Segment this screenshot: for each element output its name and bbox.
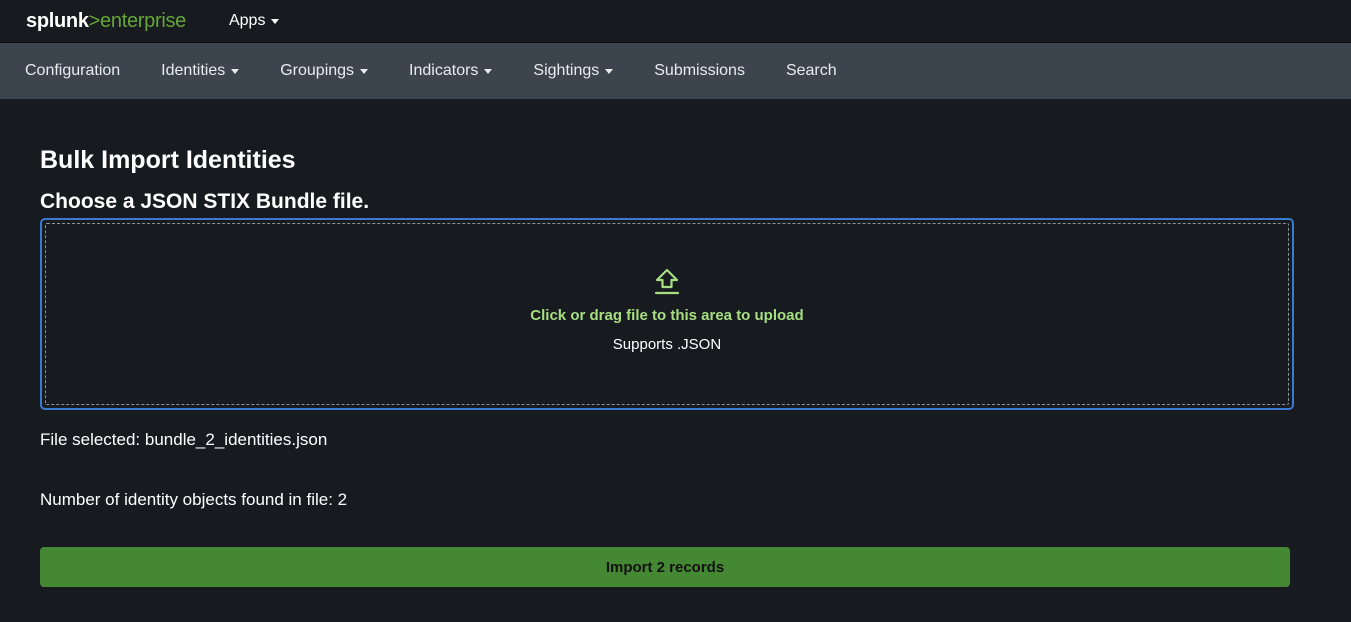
- file-selected-text: File selected: bundle_2_identities.json: [40, 430, 328, 449]
- nav-item-identities[interactable]: Identities: [161, 62, 240, 80]
- nav-item-label: Identities: [161, 62, 226, 79]
- main-content: Bulk Import Identities Choose a JSON STI…: [0, 99, 1351, 587]
- import-records-button[interactable]: Import 2 records: [40, 547, 1290, 587]
- nav-item-groupings[interactable]: Groupings: [280, 62, 369, 80]
- page-title: Bulk Import Identities: [40, 146, 296, 174]
- import-button-label: Import 2 records: [605, 558, 725, 576]
- nav-item-indicators[interactable]: Indicators: [409, 62, 493, 80]
- page-subtitle: Choose a JSON STIX Bundle file.: [40, 190, 370, 213]
- file-upload-dropzone[interactable]: Click or drag file to this area to uploa…: [40, 218, 1294, 410]
- nav-item-label: Search: [785, 62, 837, 79]
- splunk-logo[interactable]: splunk > enterprise: [26, 10, 186, 33]
- object-count-text: Number of identity objects found in file…: [40, 490, 348, 509]
- chevron-down-icon: [484, 69, 493, 74]
- app-nav-bar: Configuration Identities Groupings Indic…: [0, 43, 1351, 99]
- chevron-down-icon: [271, 19, 280, 24]
- nav-item-label: Groupings: [280, 62, 355, 79]
- brand-name: splunk: [26, 9, 89, 32]
- brand-separator: >: [88, 9, 101, 32]
- nav-item-submissions[interactable]: Submissions: [654, 62, 745, 80]
- apps-label: Apps: [228, 12, 266, 29]
- nav-item-sightings[interactable]: Sightings: [533, 62, 614, 80]
- nav-item-label: Indicators: [409, 62, 479, 79]
- chevron-down-icon: [231, 69, 240, 74]
- upload-icon: [654, 268, 680, 295]
- apps-menu[interactable]: Apps: [228, 12, 280, 30]
- dropzone-hint: Click or drag file to this area to uploa…: [530, 307, 804, 324]
- dropzone-inner: Click or drag file to this area to uploa…: [45, 223, 1289, 405]
- dropzone-supported-formats: Supports .JSON: [612, 336, 722, 353]
- nav-item-label: Submissions: [654, 62, 745, 79]
- chevron-down-icon: [605, 69, 614, 74]
- top-bar: splunk > enterprise Apps: [0, 0, 1351, 43]
- nav-item-search[interactable]: Search: [786, 62, 837, 80]
- nav-item-configuration[interactable]: Configuration: [25, 62, 120, 80]
- chevron-down-icon: [360, 69, 369, 74]
- brand-product: enterprise: [100, 9, 186, 32]
- nav-item-label: Sightings: [533, 62, 600, 79]
- nav-item-label: Configuration: [25, 62, 121, 79]
